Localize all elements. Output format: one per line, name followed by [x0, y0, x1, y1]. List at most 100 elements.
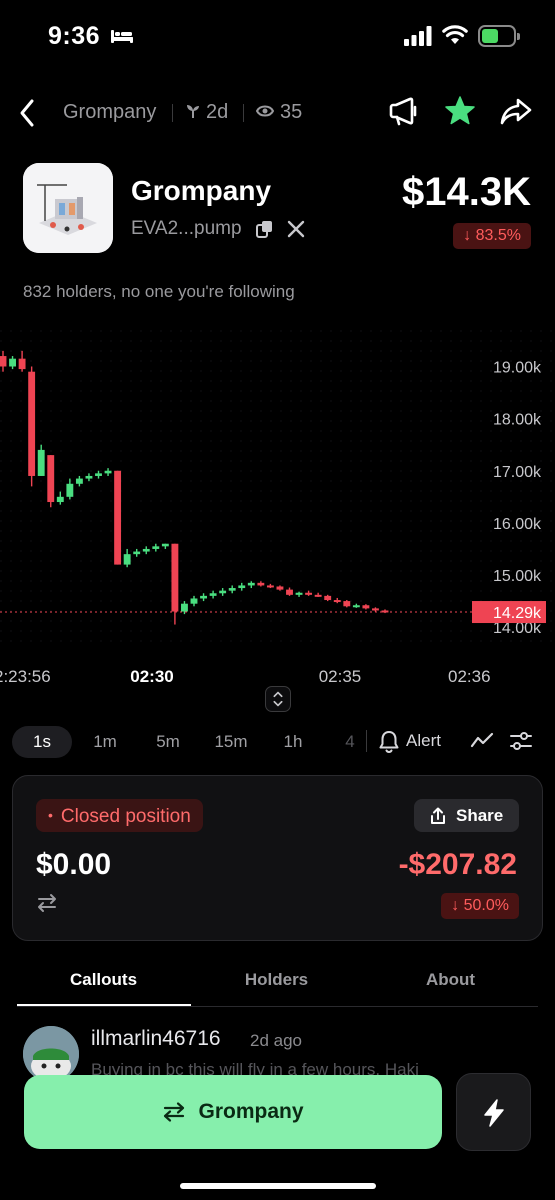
candle-body	[37, 449, 45, 476]
candle-body	[171, 543, 179, 612]
candle-body	[238, 585, 246, 589]
back-icon[interactable]	[18, 98, 38, 128]
nav-views-value: 35	[280, 101, 303, 123]
candle-body	[47, 455, 55, 503]
status-dot-icon: •	[48, 807, 53, 823]
candle-body	[305, 592, 313, 595]
candle-body	[333, 600, 341, 603]
star-icon[interactable]	[443, 94, 477, 128]
candle-body	[324, 595, 332, 601]
copy-icon[interactable]	[256, 220, 274, 238]
share-button[interactable]: Share	[414, 799, 519, 832]
candle-body	[142, 548, 150, 552]
holders-summary: 832 holders, no one you're following	[23, 282, 295, 301]
candle-body	[56, 496, 64, 503]
share-arrow-icon[interactable]	[499, 94, 533, 128]
candle-body	[85, 475, 93, 479]
trade-button[interactable]: Grompany	[24, 1075, 442, 1149]
candle-body	[219, 590, 227, 594]
bell-icon[interactable]	[378, 730, 400, 754]
candle-body	[181, 603, 188, 612]
candle-body	[161, 543, 169, 547]
x-tick-label: 2:23:56	[0, 667, 51, 686]
callout-username[interactable]: illmarlin46716	[91, 1027, 221, 1051]
battery-icon	[478, 25, 520, 47]
cellular-signal-icon	[404, 26, 432, 46]
y-tick-label: 19.00k	[493, 359, 542, 376]
candle-body	[114, 470, 122, 565]
swap-icon[interactable]	[36, 893, 58, 913]
token-address[interactable]: EVA2...pump	[131, 218, 242, 240]
candle-body	[28, 371, 36, 476]
tab-about[interactable]: About	[364, 970, 537, 990]
nav-age: 2d	[186, 101, 228, 124]
position-pnl: -$207.82	[398, 848, 517, 881]
alert-button[interactable]: Alert	[406, 731, 441, 751]
line-chart-icon[interactable]	[470, 731, 494, 751]
candle-body	[209, 593, 217, 596]
position-status-badge: • Closed position	[36, 799, 203, 832]
avatar[interactable]	[23, 1026, 79, 1082]
y-tick-label: 17.00k	[493, 464, 542, 481]
x-tick-label: 02:35	[319, 667, 362, 686]
wifi-icon	[442, 25, 468, 44]
lightning-bolt-icon	[484, 1099, 504, 1127]
nav-age-value: 2d	[206, 101, 229, 123]
position-value: $0.00	[36, 848, 112, 881]
candle-body	[276, 586, 284, 590]
nav-views: 35	[255, 101, 303, 124]
candle-body	[372, 608, 379, 611]
swap-icon	[164, 1102, 185, 1122]
sprout-icon	[187, 105, 199, 118]
chart-grid	[0, 330, 555, 648]
timeframe-5m[interactable]: 5m	[143, 726, 193, 758]
timeframe-1m[interactable]: 1m	[80, 726, 130, 758]
timeframe-15m[interactable]: 15m	[205, 726, 257, 758]
candle-body	[133, 551, 141, 555]
token-logo	[23, 163, 113, 253]
chart-expand-icon[interactable]	[265, 686, 291, 712]
eye-icon	[255, 105, 275, 117]
tabs-divider	[17, 1006, 538, 1007]
price-change-badge: ↓ 83.5%	[453, 223, 531, 249]
tab-callouts[interactable]: Callouts	[17, 970, 190, 990]
x-logo-icon[interactable]	[287, 220, 305, 238]
candle-body	[343, 601, 351, 607]
trade-button-label: Grompany	[198, 1100, 304, 1123]
active-tab-indicator	[17, 1004, 191, 1006]
tab-holders[interactable]: Holders	[190, 970, 363, 990]
timeframe-divider	[366, 730, 367, 752]
candle-body	[314, 594, 322, 597]
candle-body	[228, 588, 236, 591]
share-upload-icon	[431, 807, 445, 824]
candle-body	[0, 356, 7, 367]
candle-body	[266, 585, 274, 588]
candle-body	[295, 592, 303, 595]
nav-separator	[172, 104, 173, 122]
callout-time: 2d ago	[250, 1031, 302, 1050]
price-chart[interactable]: 19.00k18.00k17.00k16.00k15.00k14.00k14.2…	[0, 330, 555, 690]
timeframe-4h[interactable]: 4	[338, 726, 362, 758]
y-tick-label: 16.00k	[493, 516, 542, 533]
x-tick-label: 02:36	[448, 667, 491, 686]
position-status-label: Closed position	[60, 806, 191, 827]
y-tick-label: 15.00k	[493, 568, 542, 585]
candle-body	[190, 598, 198, 604]
settings-sliders-icon[interactable]	[509, 730, 533, 752]
megaphone-icon[interactable]	[386, 94, 420, 128]
home-indicator	[180, 1183, 376, 1189]
candle-body	[9, 358, 16, 367]
candle-body	[257, 582, 265, 586]
quick-buy-button[interactable]	[456, 1073, 531, 1151]
candle-body	[123, 554, 131, 565]
candle-body	[247, 582, 255, 586]
current-price-label: 14.29k	[493, 605, 542, 622]
candle-body	[95, 473, 102, 476]
token-name: Grompany	[131, 175, 272, 206]
candle-body	[152, 546, 160, 549]
candle-body	[200, 595, 207, 599]
candle-body	[286, 589, 293, 595]
timeframe-1s[interactable]: 1s	[12, 726, 72, 758]
position-pnl-pct-badge: ↓ 50.0%	[441, 893, 519, 919]
timeframe-1h[interactable]: 1h	[270, 726, 316, 758]
